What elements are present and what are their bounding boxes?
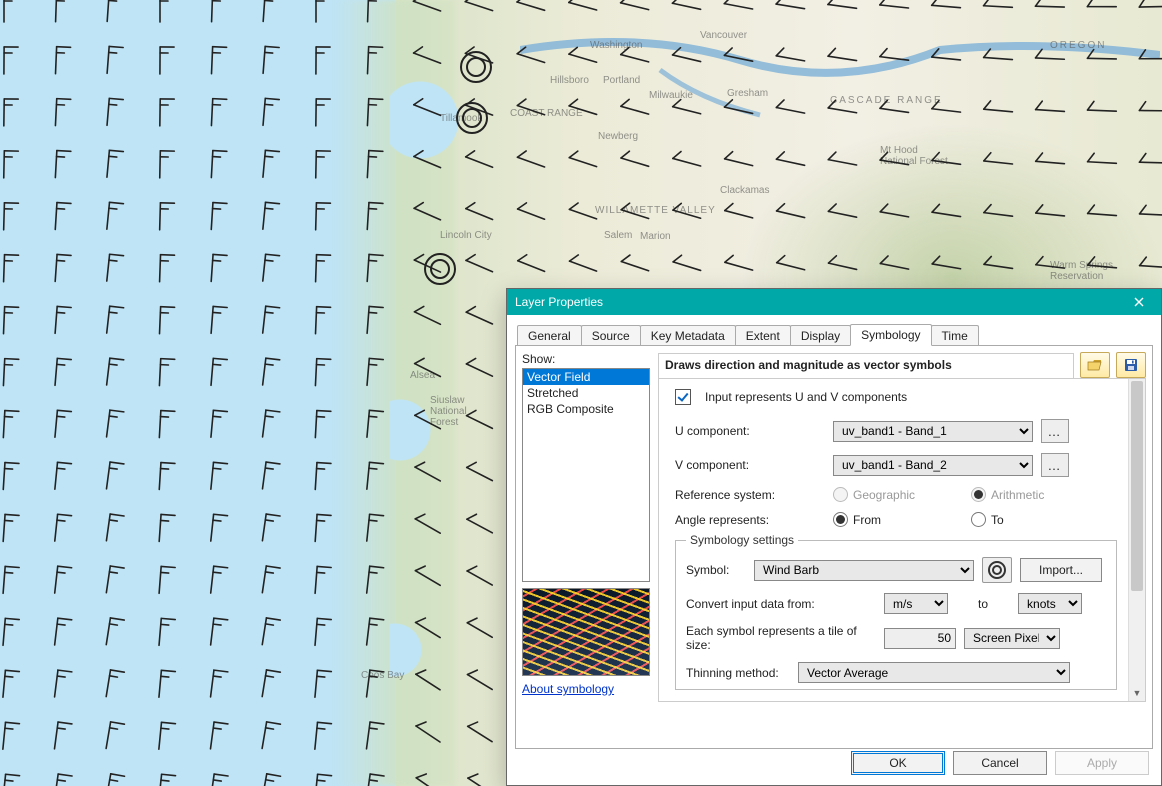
angle-to-radio[interactable] [971,512,986,527]
thinning-method-label: Thinning method: [686,666,790,680]
thinning-method-select[interactable]: Vector Average [798,662,1070,683]
open-file-button[interactable] [1080,352,1110,378]
settings-scrollbar[interactable]: ▲ ▼ [1128,379,1145,701]
symbol-select[interactable]: Wind Barb [754,560,974,581]
show-listbox[interactable]: Vector FieldStretchedRGB Composite [522,368,650,582]
calm-symbol-icon [988,561,1006,579]
symbology-settings-legend: Symbology settings [686,533,798,547]
dialog-titlebar[interactable]: Layer Properties [507,289,1161,315]
settings-scroll-area: Input represents U and V components U co… [658,378,1146,702]
tab-time[interactable]: Time [931,325,979,346]
dialog-tabs: GeneralSourceKey MetadataExtentDisplaySy… [515,323,1153,345]
symbology-tab-panel: Show: Vector FieldStretchedRGB Composite… [515,345,1153,749]
tab-key-metadata[interactable]: Key Metadata [640,325,736,346]
coast-cutouts [390,0,480,786]
tab-symbology[interactable]: Symbology [850,324,931,346]
v-component-browse-button[interactable]: … [1041,453,1069,477]
tile-size-input[interactable] [884,628,956,649]
reference-system-label: Reference system: [675,488,825,502]
symbology-settings-group: Symbology settings Symbol: Wind Barb Imp… [675,533,1117,690]
dialog-title-text: Layer Properties [515,295,603,309]
import-symbol-button[interactable]: Import... [1020,558,1102,582]
layer-properties-dialog: Layer Properties GeneralSourceKey Metada… [506,288,1162,786]
u-component-label: U component: [675,424,825,438]
close-button[interactable] [1119,290,1159,314]
show-option-stretched[interactable]: Stretched [523,385,649,401]
convert-to-select[interactable]: knots [1018,593,1082,614]
ref-geographic-radio [833,487,848,502]
v-component-label: V component: [675,458,825,472]
convert-input-label: Convert input data from: [686,597,876,611]
panel-description: Draws direction and magnitude as vector … [658,353,1074,378]
u-component-select[interactable]: uv_band1 - Band_1 [833,421,1033,442]
show-label: Show: [522,352,650,366]
tab-display[interactable]: Display [790,325,851,346]
symbology-preview [522,588,650,676]
floppy-save-icon [1124,358,1138,372]
ref-arithmetic-radio [971,487,986,502]
tab-source[interactable]: Source [581,325,641,346]
save-button[interactable] [1116,352,1146,378]
tile-size-label: Each symbol represents a tile of size: [686,624,876,652]
vector-field-panel: Draws direction and magnitude as vector … [658,352,1146,742]
symbol-label: Symbol: [686,563,746,577]
show-option-rgb-composite[interactable]: RGB Composite [523,401,649,417]
symbol-preview-button[interactable] [982,557,1012,583]
folder-open-icon [1087,358,1103,372]
apply-button[interactable]: Apply [1055,751,1149,775]
u-component-browse-button[interactable]: … [1041,419,1069,443]
uv-components-checkbox[interactable] [675,389,691,405]
close-icon [1134,297,1144,307]
show-option-vector-field[interactable]: Vector Field [523,369,649,385]
about-symbology-link[interactable]: About symbology [522,682,614,696]
convert-to-word: to [956,597,1010,611]
dialog-button-row: OK Cancel Apply [851,751,1149,775]
uv-components-label: Input represents U and V components [705,390,907,404]
tab-general[interactable]: General [517,325,582,346]
convert-from-select[interactable]: m/s [884,593,948,614]
cancel-button[interactable]: Cancel [953,751,1047,775]
v-component-select[interactable]: uv_band1 - Band_2 [833,455,1033,476]
angle-from-radio[interactable] [833,512,848,527]
show-panel: Show: Vector FieldStretchedRGB Composite… [522,352,650,742]
angle-represents-label: Angle represents: [675,513,825,527]
tile-unit-select[interactable]: Screen Pixels [964,628,1060,649]
tab-extent[interactable]: Extent [735,325,791,346]
ok-button[interactable]: OK [851,751,945,775]
scroll-thumb[interactable] [1131,381,1143,591]
scroll-down-arrow[interactable]: ▼ [1129,685,1145,701]
